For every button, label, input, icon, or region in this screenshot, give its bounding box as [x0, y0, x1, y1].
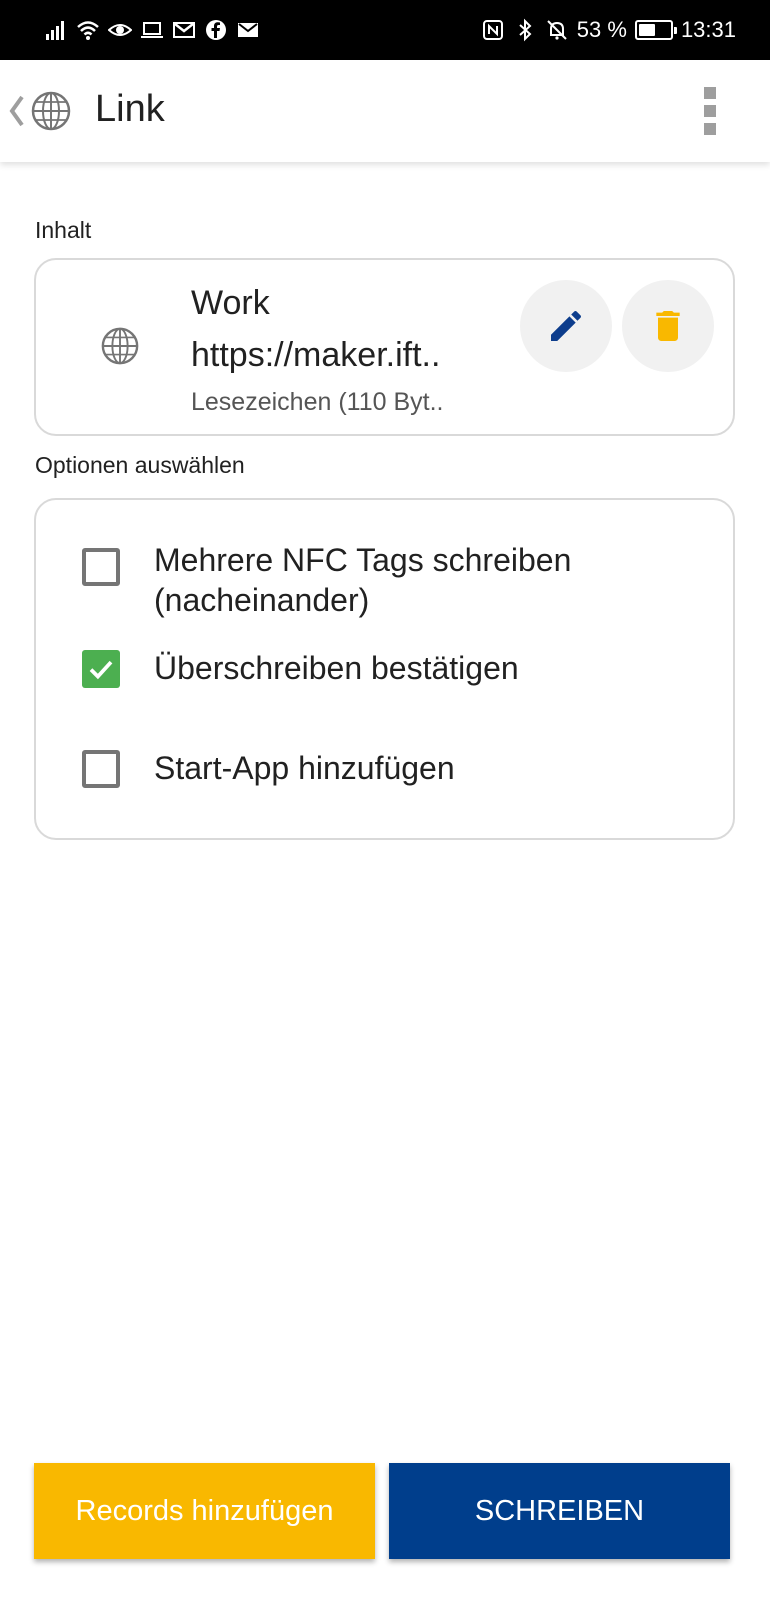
- wifi-icon: [76, 18, 100, 42]
- clock: 13:31: [680, 17, 736, 42]
- app-toolbar: Link: [0, 60, 770, 162]
- record-title: Work: [191, 284, 270, 322]
- gmail-icon: [172, 18, 196, 42]
- facebook-icon: [204, 18, 228, 42]
- content-section-label: Inhalt: [35, 217, 92, 243]
- option-label: Mehrere NFC Tags schreiben (nacheinander…: [154, 542, 572, 618]
- trash-icon: [656, 311, 680, 341]
- eye-icon: [108, 18, 132, 42]
- globe-icon: [31, 91, 71, 131]
- battery-icon: [634, 20, 677, 40]
- bluetooth-icon: [513, 18, 537, 42]
- option-label: Start-App hinzufügen: [154, 750, 455, 786]
- record-subtitle: Lesezeichen (110 Byt..: [191, 388, 444, 416]
- option-start-app[interactable]: Start-App hinzufügen: [82, 750, 455, 788]
- checkbox-unchecked[interactable]: [82, 548, 120, 586]
- battery-level-fill: [638, 24, 655, 36]
- mail-icon: [236, 18, 260, 42]
- status-bar: 53 % 13:31: [0, 0, 770, 60]
- signal-icon: [44, 18, 68, 42]
- checkbox-unchecked[interactable]: [82, 750, 120, 788]
- overflow-menu-icon[interactable]: [702, 87, 718, 135]
- status-bar-right-icons: 53 % 13:31: [481, 0, 736, 60]
- checkmark-icon: [89, 660, 113, 680]
- notifications-off-icon: [545, 18, 569, 42]
- globe-icon: [101, 327, 139, 365]
- record-card[interactable]: Work https://maker.ift.. Lesezeichen (11…: [34, 258, 735, 436]
- laptop-icon: [140, 18, 164, 42]
- option-label: Überschreiben bestätigen: [154, 650, 519, 686]
- back-chevron-icon[interactable]: [8, 94, 26, 128]
- add-records-button[interactable]: Records hinzufügen: [34, 1463, 375, 1559]
- nfc-icon: [481, 18, 505, 42]
- battery-percent: 53 %: [576, 17, 627, 42]
- option-confirm-overwrite[interactable]: Überschreiben bestätigen: [82, 650, 519, 688]
- delete-button[interactable]: [622, 280, 714, 372]
- option-multiple-tags[interactable]: Mehrere NFC Tags schreiben (nacheinander…: [82, 542, 571, 618]
- checkbox-checked[interactable]: [82, 650, 120, 688]
- write-button[interactable]: SCHREIBEN: [389, 1463, 730, 1559]
- status-bar-left-icons: [44, 0, 260, 60]
- options-card: Mehrere NFC Tags schreiben (nacheinander…: [34, 498, 735, 840]
- record-url: https://maker.ift..: [191, 336, 441, 374]
- options-section-label: Optionen auswählen: [35, 452, 245, 478]
- edit-button[interactable]: [520, 280, 612, 372]
- page-title: Link: [95, 88, 165, 130]
- pencil-icon: [551, 310, 582, 341]
